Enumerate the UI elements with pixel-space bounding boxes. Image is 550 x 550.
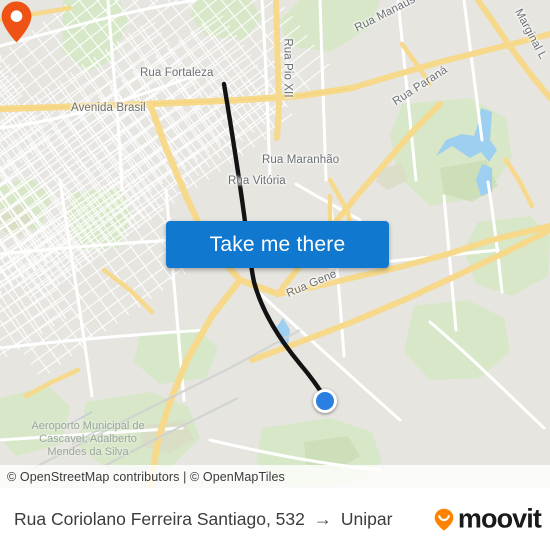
footer-bar: Rua Coriolano Ferreira Santiago, 532 → U… bbox=[0, 488, 550, 550]
origin-dot-icon[interactable] bbox=[313, 389, 337, 413]
map-share-card: Aeroporto Municipal de Cascavel, Adalber… bbox=[0, 0, 550, 550]
origin-address: Rua Coriolano Ferreira Santiago, 532 bbox=[14, 508, 305, 529]
map-pin-icon[interactable] bbox=[0, 0, 33, 44]
destination-name: Unipar bbox=[340, 508, 393, 529]
take-me-there-button[interactable]: Take me there bbox=[166, 221, 389, 268]
moovit-pin-icon bbox=[434, 508, 454, 531]
take-me-there-label: Take me there bbox=[209, 232, 346, 256]
moovit-logo[interactable]: moovit bbox=[431, 503, 542, 535]
arrow-right-icon: → bbox=[313, 508, 332, 529]
route-summary: Rua Coriolano Ferreira Santiago, 532 → U… bbox=[0, 509, 392, 530]
map-attribution: © OpenStreetMap contributors | © OpenMap… bbox=[0, 465, 550, 488]
moovit-wordmark: moovit bbox=[457, 503, 542, 534]
attribution-text: © OpenStreetMap contributors | © OpenMap… bbox=[7, 469, 285, 484]
